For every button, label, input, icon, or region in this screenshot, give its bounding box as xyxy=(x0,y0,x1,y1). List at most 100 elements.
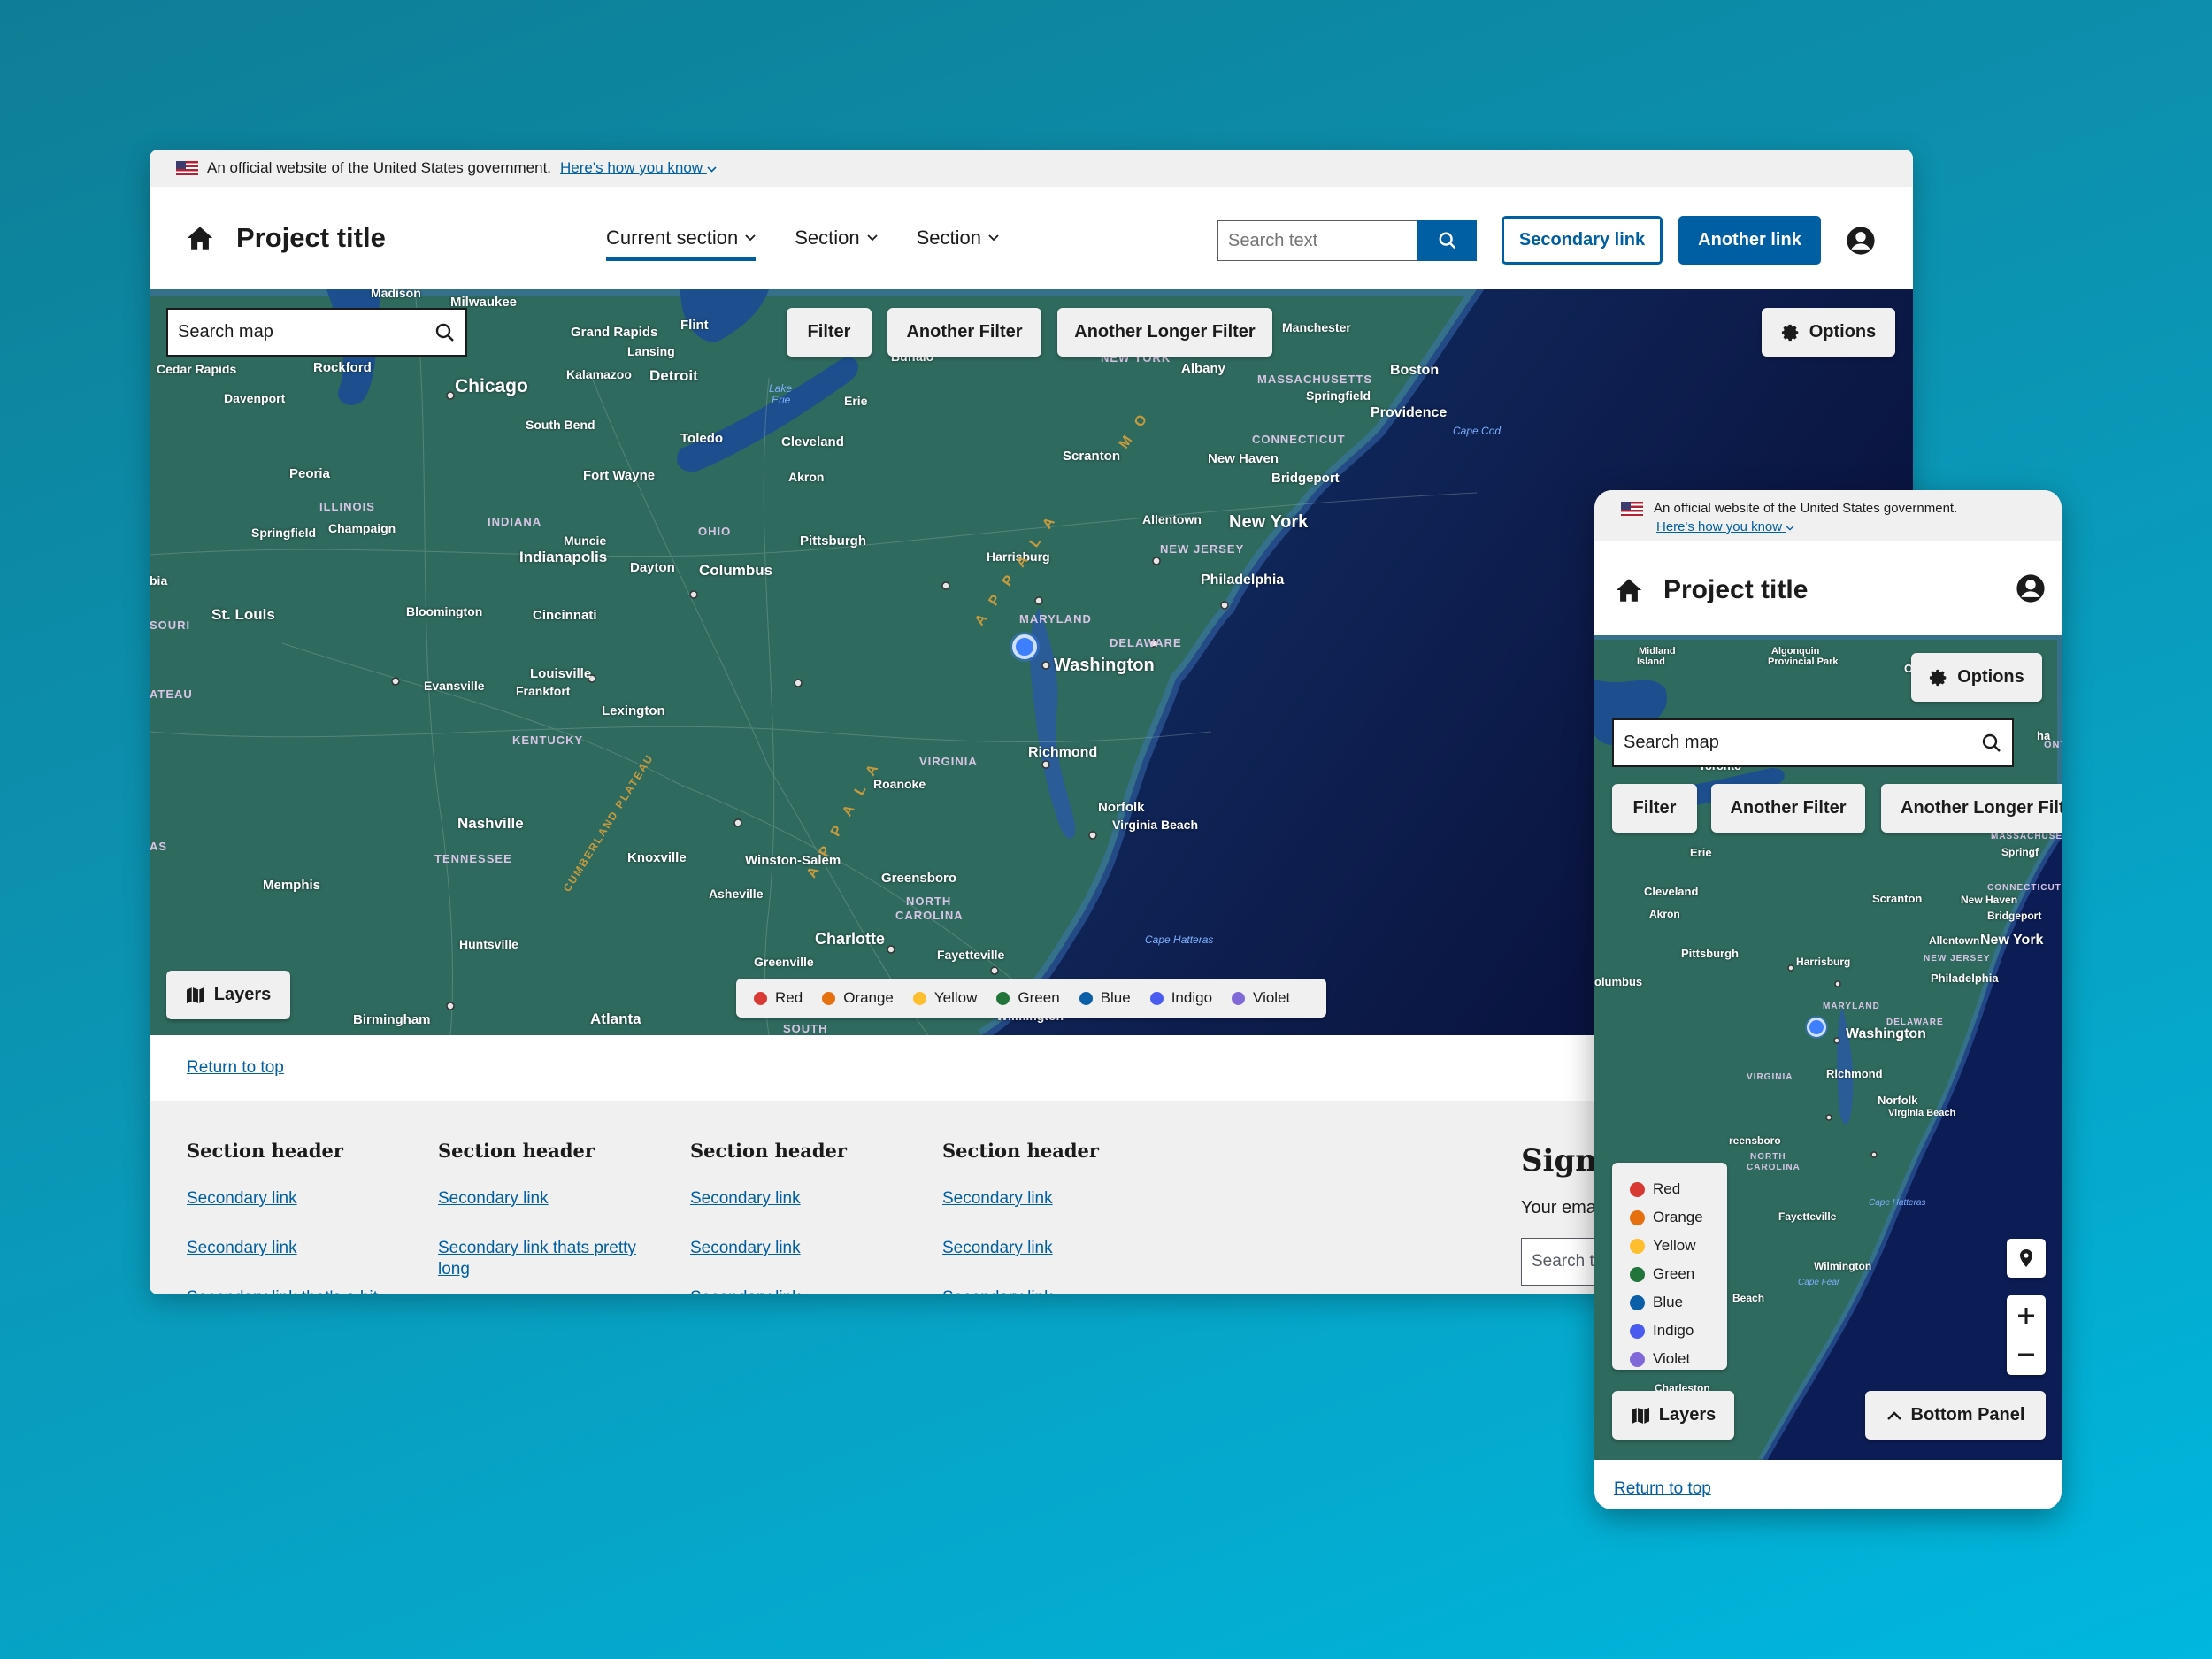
current-location-marker[interactable] xyxy=(1012,634,1037,659)
m-map-label-north-carolina-2: CAROLINA xyxy=(1747,1163,1801,1172)
mobile-layers-button[interactable]: Layers xyxy=(1612,1391,1734,1440)
footer-column-3: Section header Secondary link Secondary … xyxy=(690,1140,902,1294)
footer-link[interactable]: Secondary link xyxy=(690,1284,902,1294)
mobile-filter-button[interactable]: Filter xyxy=(1612,784,1697,833)
nav-section-3[interactable]: Section xyxy=(917,187,999,289)
map-label-chicago: Chicago xyxy=(455,376,528,396)
map-label-memphis: Memphis xyxy=(263,878,321,893)
map-label-boston: Boston xyxy=(1390,363,1440,378)
mobile-map-search[interactable]: Search map xyxy=(1612,718,2014,767)
mobile-map-legend: Red Orange Yellow Green Blue Indigo Viol… xyxy=(1612,1163,1727,1370)
mobile-current-location-marker[interactable] xyxy=(1807,1018,1826,1037)
mobile-another-filter-button[interactable]: Another Filter xyxy=(1711,784,1865,833)
map-label-south-bend: South Bend xyxy=(526,418,595,432)
footer-link[interactable]: Secondary link xyxy=(942,1284,1155,1294)
mobile-map-canvas[interactable]: Midland Island Algonquin Provincial Park… xyxy=(1594,635,2062,1460)
footer-link[interactable]: Secondary link xyxy=(438,1185,650,1213)
map-label-greensboro: Greensboro xyxy=(881,871,957,886)
map-label-asheville: Asheville xyxy=(709,887,764,901)
map-label-birmingham: Birmingham xyxy=(353,1012,431,1027)
options-label: Options xyxy=(1809,322,1877,342)
footer-link[interactable]: Secondary link xyxy=(187,1234,399,1263)
map-label-cleveland: Cleveland xyxy=(781,434,844,449)
map-label-philadelphia: Philadelphia xyxy=(1201,572,1285,588)
map-label-charlotte: Charlotte xyxy=(815,930,886,948)
footer-link[interactable]: Secondary link xyxy=(690,1185,902,1213)
map-icon xyxy=(186,987,204,1003)
site-search-input[interactable] xyxy=(1217,220,1417,261)
map-label-champaign: Champaign xyxy=(328,521,396,535)
nav-section-2[interactable]: Section xyxy=(795,187,878,289)
home-icon[interactable] xyxy=(185,223,215,253)
project-title[interactable]: Project title xyxy=(236,222,386,254)
another-longer-filter-button[interactable]: Another Longer Filter xyxy=(1057,308,1272,357)
home-icon[interactable] xyxy=(1614,575,1644,605)
map-label-erie: Erie xyxy=(844,394,868,408)
mobile-options-button[interactable]: Options xyxy=(1911,653,2042,702)
return-to-top-link[interactable]: Return to top xyxy=(187,1058,284,1078)
footer-section-header: Section header xyxy=(942,1140,1099,1162)
footer-section-header: Section header xyxy=(438,1140,595,1162)
zoom-out-icon[interactable] xyxy=(2007,1335,2046,1374)
mobile-another-longer-filter-button[interactable]: Another Longer Filter xyxy=(1881,784,2062,833)
chevron-down-icon xyxy=(1786,526,1794,531)
state-label-as: AS xyxy=(150,840,168,853)
footer-link[interactable]: Secondary link xyxy=(690,1234,902,1263)
chevron-down-icon xyxy=(866,234,878,242)
heres-how-you-know-link[interactable]: Here's how you know xyxy=(560,159,717,177)
m-map-label-richmond: Richmond xyxy=(1826,1067,1883,1080)
filter-button[interactable]: Filter xyxy=(787,308,872,357)
m-water-label-cape-hatteras: Cape Hatteras xyxy=(1869,1198,1926,1208)
footer-link[interactable]: Secondary link xyxy=(942,1234,1155,1263)
bottom-panel-button[interactable]: Bottom Panel xyxy=(1865,1391,2046,1440)
map-label-springfield-il: Springfield xyxy=(251,526,317,540)
map-label-akron: Akron xyxy=(788,470,825,484)
legend-item-blue: Blue xyxy=(1079,989,1131,1007)
m-map-label-scranton: Scranton xyxy=(1872,892,1923,905)
footer-link[interactable]: Secondary link thats pretty xyxy=(438,1234,650,1263)
nav-current-section[interactable]: Current section xyxy=(606,187,757,289)
mobile-heres-how-you-know-link[interactable]: Here's how you know xyxy=(1656,519,1794,534)
options-button[interactable]: Options xyxy=(1762,308,1895,357)
m-map-label-algonquin: Algonquin xyxy=(1771,646,1820,657)
another-filter-button[interactable]: Another Filter xyxy=(887,308,1041,357)
footer-link[interactable]: Secondary link that's a bit xyxy=(187,1284,399,1294)
us-flag-icon xyxy=(176,161,198,175)
secondary-link-button[interactable]: Secondary link xyxy=(1502,216,1663,265)
primary-nav: Current section Section Section xyxy=(606,187,999,289)
map-label-fort-wayne: Fort Wayne xyxy=(583,468,656,483)
layers-button[interactable]: Layers xyxy=(166,971,290,1019)
locate-button[interactable] xyxy=(2007,1239,2046,1278)
map-pin-icon xyxy=(2020,1249,2032,1267)
zoom-in-icon[interactable] xyxy=(2007,1296,2046,1335)
yellow-dot-icon xyxy=(912,991,926,1005)
map-label-columbus: Columbus xyxy=(699,562,773,579)
state-label-maryland: MARYLAND xyxy=(1019,612,1092,626)
state-label-delaware: DELAWARE xyxy=(1110,636,1182,649)
mobile-project-title[interactable]: Project title xyxy=(1663,575,1808,605)
m-water-label-cape-fear: Cape Fear xyxy=(1798,1278,1840,1287)
map-search[interactable]: Search map xyxy=(166,308,467,357)
red-dot-icon xyxy=(1630,1181,1645,1197)
account-icon[interactable] xyxy=(2016,573,2046,603)
mobile-return-to-top-link[interactable]: Return to top xyxy=(1614,1479,1711,1499)
m-map-label-norfolk: Norfolk xyxy=(1878,1094,1918,1107)
mobile-gov-banner: An official website of the United States… xyxy=(1594,490,2062,541)
state-label-north-carolina-2: CAROLINA xyxy=(895,909,964,922)
gov-banner: An official website of the United States… xyxy=(150,150,1913,187)
footer-link[interactable]: Secondary link xyxy=(942,1185,1155,1213)
map-label-knoxville: Knoxville xyxy=(627,850,687,865)
m-map-label-akron: Akron xyxy=(1649,908,1680,920)
water-label-erie: Erie xyxy=(772,394,791,406)
indigo-dot-icon xyxy=(1630,1323,1645,1339)
site-search-button[interactable] xyxy=(1417,220,1477,261)
mobile-layers-label: Layers xyxy=(1658,1405,1717,1425)
footer-link[interactable]: Secondary link xyxy=(187,1185,399,1213)
m-map-label-erie: Erie xyxy=(1690,846,1712,859)
m-map-label-wilmington: Wilmington xyxy=(1814,1260,1872,1272)
state-label-illinois: ILLINOIS xyxy=(319,500,375,513)
another-link-button[interactable]: Another link xyxy=(1678,216,1821,265)
legend-item-green: Green xyxy=(996,989,1060,1007)
account-icon[interactable] xyxy=(1846,226,1876,256)
footer-column-1: Section header Secondary link Secondary … xyxy=(187,1140,399,1294)
